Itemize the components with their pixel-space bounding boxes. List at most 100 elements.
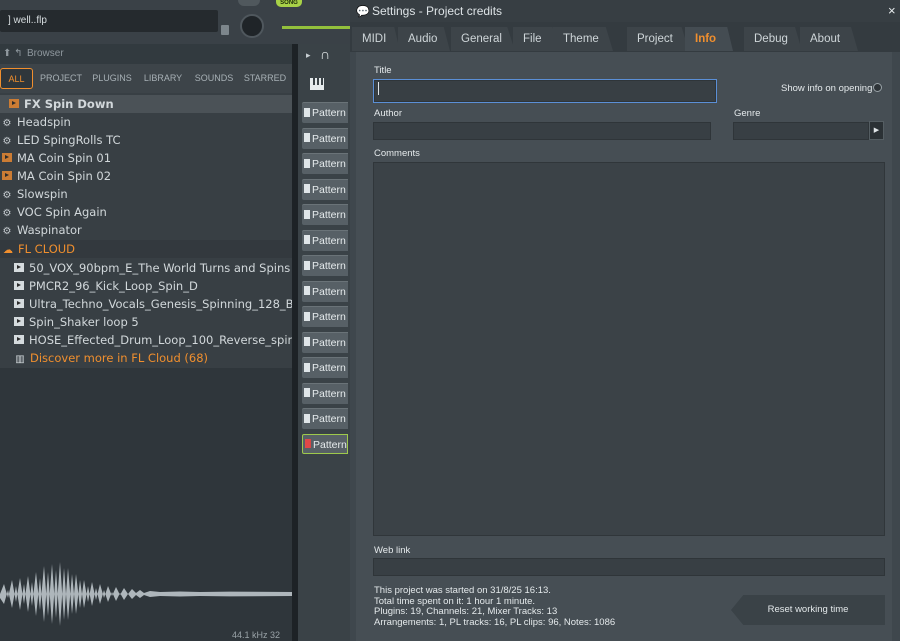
pattern-button[interactable]: Pattern: [302, 229, 348, 251]
fl-cloud-header[interactable]: ☁ FL CLOUD: [0, 240, 292, 258]
project-file-name[interactable]: ] well..flp: [0, 10, 218, 32]
genre-label: Genre: [734, 108, 761, 119]
tab-project[interactable]: Project: [627, 27, 689, 51]
speaker-icon: [2, 153, 12, 162]
pattern-button[interactable]: Pattern: [302, 178, 348, 200]
genre-input[interactable]: [733, 122, 869, 140]
web-link-label: Web link: [374, 545, 411, 556]
browser-tab-library[interactable]: LIBRARY: [142, 68, 184, 89]
play-icon: [14, 299, 24, 308]
browser-tab-sounds[interactable]: SOUNDS: [193, 68, 235, 89]
gear-icon: ⚙: [2, 226, 12, 237]
pattern-button[interactable]: Pattern: [302, 408, 348, 429]
browser-tab-starred[interactable]: STARRED: [243, 68, 287, 89]
pattern-label: Pattern: [313, 438, 347, 451]
discover-more-link[interactable]: ▥ Discover more in FL Cloud (68): [0, 349, 292, 367]
close-icon[interactable]: ×: [888, 3, 896, 18]
tab-general[interactable]: General: [451, 27, 515, 51]
list-item[interactable]: ⚙ Slowspin: [0, 185, 292, 203]
stats-line: This project was started on 31/8/25 16:1…: [374, 585, 551, 596]
title-input[interactable]: [373, 79, 717, 103]
pattern-button[interactable]: Pattern: [302, 306, 348, 327]
gear-icon: ⚙: [2, 190, 12, 201]
genre-dropdown-arrow-icon[interactable]: ▶: [869, 121, 884, 140]
pattern-button[interactable]: Pattern: [302, 127, 348, 149]
pattern-label: Pattern: [312, 260, 346, 272]
list-item[interactable]: ⚙ VOC Spin Again: [0, 203, 292, 221]
pattern-label: Pattern: [312, 362, 346, 374]
list-item-label: MA Coin Spin 01: [17, 151, 112, 165]
stats-line: Plugins: 19, Channels: 21, Mixer Tracks:…: [374, 606, 558, 617]
pattern-icon: [304, 362, 310, 372]
pattern-button[interactable]: Pattern: [302, 331, 348, 353]
pattern-icon: [304, 184, 310, 194]
author-input[interactable]: [373, 122, 711, 140]
web-link-input[interactable]: [373, 558, 885, 576]
pattern-icon: [304, 235, 310, 245]
list-item-label: 50_VOX_90bpm_E_The World Turns and Spins: [29, 261, 291, 275]
magnet-icon[interactable]: ∩: [320, 46, 330, 62]
list-item-label: MA Coin Spin 02: [17, 169, 112, 183]
master-knob[interactable]: [240, 14, 264, 38]
tab-about[interactable]: About: [800, 27, 858, 51]
pattern-label: Pattern: [312, 413, 346, 425]
pattern-button[interactable]: Pattern: [302, 382, 348, 404]
tab-theme[interactable]: Theme: [553, 27, 613, 51]
tab-info[interactable]: Info: [685, 27, 733, 51]
list-item[interactable]: ⚙ LED SpingRolls TC: [0, 131, 292, 149]
pattern-button[interactable]: Pattern: [302, 280, 348, 302]
list-item[interactable]: 50_VOX_90bpm_E_The World Turns and Spins: [0, 259, 292, 277]
tab-debug[interactable]: Debug: [744, 27, 802, 51]
browser-title: Browser: [0, 44, 292, 64]
list-item[interactable]: MA Coin Spin 02: [0, 167, 292, 185]
list-item-label: Waspinator: [17, 223, 82, 237]
browser-nav-icons[interactable]: ⬆ ↰: [3, 44, 23, 64]
speaker-icon: [9, 99, 19, 108]
show-info-toggle[interactable]: [873, 83, 882, 92]
list-item[interactable]: PMCR2_96_Kick_Loop_Spin_D: [0, 277, 292, 295]
comments-textarea[interactable]: [373, 162, 885, 536]
list-item[interactable]: ⚙ Waspinator: [0, 221, 292, 239]
speaker-icon: [2, 171, 12, 180]
project-stats: This project was started on 31/8/25 16:1…: [374, 585, 616, 628]
pattern-label: Pattern: [312, 285, 346, 298]
speech-bubble-icon: 💬: [356, 6, 370, 18]
list-item[interactable]: MA Coin Spin 01: [0, 149, 292, 167]
level-meter: [282, 26, 350, 29]
play-arrow-icon[interactable]: ▸: [306, 50, 311, 61]
browser-tab-project[interactable]: PROJECT: [38, 68, 84, 89]
title-label: Title: [374, 65, 392, 76]
pattern-button[interactable]: Pattern: [302, 433, 348, 454]
pattern-label: Pattern: [312, 234, 346, 247]
song-mode-badge[interactable]: SONG: [276, 0, 302, 7]
pattern-button[interactable]: Pattern: [302, 102, 348, 123]
tab-audio[interactable]: Audio: [398, 27, 450, 51]
comments-label: Comments: [374, 148, 420, 159]
list-item-label: PMCR2_96_Kick_Loop_Spin_D: [29, 279, 198, 293]
list-item-label: Ultra_Techno_Vocals_Genesis_Spinning_128…: [29, 297, 292, 311]
tab-midi[interactable]: MIDI: [352, 27, 400, 51]
gear-icon: ⚙: [2, 136, 12, 147]
browser-tab-plugins[interactable]: PLUGINS: [90, 68, 134, 89]
list-item[interactable]: Spin_Shaker loop 5: [0, 313, 292, 331]
pattern-button[interactable]: Pattern: [302, 204, 348, 225]
browser-tab-all[interactable]: ALL: [0, 68, 33, 89]
list-item-label: LED SpingRolls TC: [17, 133, 121, 147]
list-item-label: Spin_Shaker loop 5: [29, 315, 139, 329]
pattern-button[interactable]: Pattern: [302, 153, 348, 174]
list-item[interactable]: FX Spin Down: [0, 95, 292, 113]
knob-top[interactable]: [238, 0, 260, 6]
list-item-label: Headspin: [17, 115, 71, 129]
list-item[interactable]: HOSE_Effected_Drum_Loop_100_Reverse_spin: [0, 331, 292, 349]
list-item[interactable]: Ultra_Techno_Vocals_Genesis_Spinning_128…: [0, 295, 292, 313]
play-icon: [14, 317, 24, 326]
stats-line: Arrangements: 1, PL tracks: 16, PL clips…: [374, 616, 616, 628]
reset-working-time-button[interactable]: Reset working time: [731, 595, 885, 625]
pattern-icon: [304, 209, 310, 219]
piano-roll-icon[interactable]: [310, 78, 324, 90]
pattern-icon: [304, 107, 310, 117]
pattern-button[interactable]: Pattern: [302, 255, 348, 276]
pattern-button[interactable]: Pattern: [302, 357, 348, 378]
list-item[interactable]: ⚙ Headspin: [0, 113, 292, 131]
tab-file[interactable]: File: [513, 27, 558, 51]
